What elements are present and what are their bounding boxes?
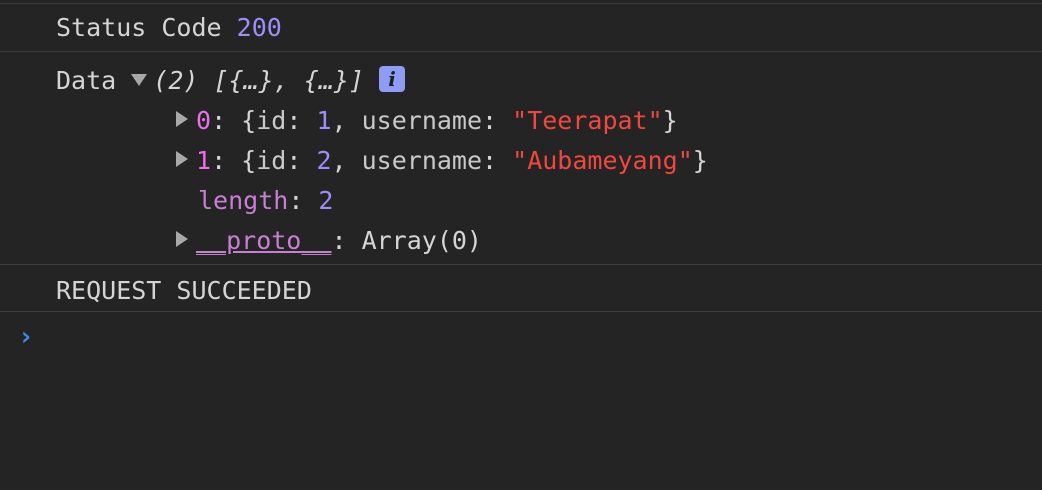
proto-key: __proto__ — [196, 226, 332, 255]
comma: , — [331, 146, 362, 175]
array-item-0[interactable]: 0: {id: 1, username: "Teerapat"} — [196, 106, 678, 136]
colon: : — [482, 146, 513, 175]
brace: } — [692, 146, 708, 175]
status-code-line: Status Code 200 — [56, 13, 282, 43]
id-value: 2 — [316, 146, 332, 175]
divider — [0, 3, 1042, 4]
info-icon[interactable]: i — [379, 66, 406, 92]
length-line: length: 2 — [198, 186, 333, 216]
console-prompt-icon[interactable]: › — [18, 324, 34, 350]
colon: : { — [211, 146, 257, 175]
data-label: Data — [56, 66, 117, 95]
id-key: id — [256, 106, 287, 135]
colon: : — [286, 106, 317, 135]
divider — [0, 264, 1042, 265]
username-key: username — [361, 146, 483, 175]
colon: : — [331, 226, 362, 255]
expand-triangle-icon[interactable] — [176, 111, 188, 127]
length-value: 2 — [318, 186, 334, 215]
array-summary[interactable]: (2) [{…}, {…}] — [153, 66, 364, 95]
id-key: id — [256, 146, 287, 175]
colon: : { — [211, 106, 257, 135]
devtools-console: Status Code 200 Data (2) [{…}, {…}] i 0:… — [0, 0, 1042, 490]
data-line: Data (2) [{…}, {…}] i — [56, 66, 406, 96]
status-code-value: 200 — [236, 13, 282, 42]
collapse-triangle-icon[interactable] — [131, 74, 148, 86]
colon: : — [288, 186, 319, 215]
item-index: 0 — [196, 106, 212, 135]
length-key: length — [198, 186, 289, 215]
id-value: 1 — [316, 106, 332, 135]
request-message: REQUEST SUCCEEDED — [56, 276, 312, 305]
colon: : — [286, 146, 317, 175]
username-value: "Teerapat" — [512, 106, 663, 135]
comma: , — [331, 106, 362, 135]
brace: } — [662, 106, 678, 135]
colon: : — [482, 106, 513, 135]
array-item-1[interactable]: 1: {id: 2, username: "Aubameyang"} — [196, 146, 708, 176]
divider — [0, 311, 1042, 312]
expand-triangle-icon[interactable] — [176, 231, 188, 247]
proto-line[interactable]: __proto__: Array(0) — [196, 226, 482, 256]
status-label: Status Code — [56, 13, 222, 42]
username-key: username — [361, 106, 483, 135]
proto-value: Array(0) — [361, 226, 482, 255]
divider — [0, 51, 1042, 52]
item-index: 1 — [196, 146, 212, 175]
expand-triangle-icon[interactable] — [176, 151, 188, 167]
username-value: "Aubameyang" — [512, 146, 693, 175]
